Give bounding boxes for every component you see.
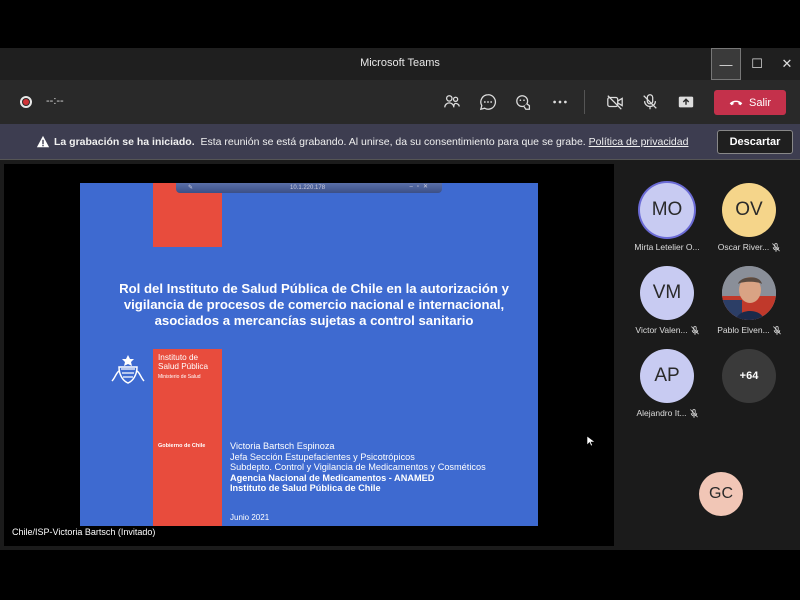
avatar: OV: [722, 183, 776, 237]
letterbox-top: [0, 0, 800, 48]
participants-button[interactable]: [440, 90, 464, 114]
recording-banner: La grabación se ha iniciado. Esta reunió…: [0, 124, 800, 160]
camera-off-icon: [607, 95, 623, 110]
more-actions-button[interactable]: [548, 90, 572, 114]
banner-title: La grabación se ha iniciado.: [54, 136, 195, 148]
participant-tile[interactable]: OV Oscar River...: [709, 183, 789, 252]
overflow-count: +64: [722, 349, 776, 403]
mic-muted-icon: [772, 325, 781, 335]
share-icon: [678, 96, 694, 108]
toolbar-divider: [584, 90, 585, 114]
mic-muted-icon: [690, 325, 699, 335]
share-screen-button[interactable]: [674, 90, 698, 114]
participant-tile[interactable]: GC: [681, 472, 761, 516]
title-bar: Microsoft Teams — ☐ ✕: [0, 48, 800, 80]
mic-off-icon: [643, 94, 657, 110]
more-icon: [553, 100, 567, 104]
meeting-toolbar: --:-- Salir: [0, 80, 800, 124]
presenter-name-label: Chile/ISP-Victoria Bartsch (Invitado): [10, 526, 158, 538]
slide-date: Junio 2021: [230, 513, 270, 522]
author-department: Subdepto. Control y Vigilancia de Medica…: [230, 462, 486, 472]
participant-tile[interactable]: MO Mirta Letelier O...: [627, 183, 707, 252]
maximize-button[interactable]: ☐: [742, 48, 772, 80]
chat-icon: [479, 94, 497, 111]
meeting-timer: --:--: [46, 95, 64, 107]
agency-name: Agencia Nacional de Medicamentos - ANAME…: [230, 472, 435, 483]
avatar: MO: [640, 183, 694, 237]
pin-icon[interactable]: ✎: [188, 184, 193, 191]
participant-tile[interactable]: AP Alejandro It...: [627, 349, 707, 418]
leave-label: Salir: [748, 96, 771, 109]
shared-slide: ✎ 10.1.220.178 –▫✕ Rol del Instituto de …: [80, 183, 538, 526]
hang-up-icon: [729, 100, 743, 106]
avatar-photo: [722, 266, 776, 320]
mic-muted-icon: [689, 408, 698, 418]
mic-muted-icon: [772, 242, 781, 252]
window-title: Microsoft Teams: [360, 57, 440, 69]
recording-icon: [20, 96, 32, 108]
person-photo-icon: [722, 266, 776, 320]
mouse-cursor-icon: [587, 436, 595, 446]
chat-button[interactable]: [476, 90, 500, 114]
participant-tile[interactable]: Pablo Elven...: [709, 266, 789, 335]
minimize-button[interactable]: —: [711, 48, 741, 80]
author-name: Victoria Bartsch Espinoza: [230, 441, 335, 451]
mic-toggle-button[interactable]: [638, 90, 662, 114]
banner-text: Esta reunión se está grabando. Al unirse…: [200, 136, 586, 148]
participant-name: Victor Valen...: [627, 325, 707, 335]
more-participants-button[interactable]: +64: [709, 349, 789, 403]
presenter-toolbar[interactable]: ✎ 10.1.220.178 –▫✕: [176, 183, 442, 193]
institute-full-name: Instituto de Salud Pública de Chile: [230, 483, 381, 493]
avatar: GC: [699, 472, 743, 516]
government-label: Gobierno de Chile: [158, 443, 206, 449]
letterbox-bottom: [0, 550, 800, 600]
avatar: VM: [640, 266, 694, 320]
avatar: AP: [640, 349, 694, 403]
ministry-label: Ministerio de Salud: [158, 374, 201, 380]
banner-message: La grabación se ha iniciado. Esta reunió…: [54, 136, 688, 148]
leave-button[interactable]: Salir: [714, 90, 786, 115]
participant-name: Mirta Letelier O...: [634, 242, 700, 252]
participant-name: Oscar River...: [709, 242, 789, 252]
discard-button[interactable]: Descartar: [717, 130, 793, 154]
participant-tile[interactable]: VM Victor Valen...: [627, 266, 707, 335]
camera-toggle-button[interactable]: [603, 90, 627, 114]
chile-crest-icon: [111, 355, 145, 384]
participant-name: Alejandro It...: [627, 408, 707, 418]
close-button[interactable]: ✕: [772, 48, 800, 80]
slide-author-block: Victoria Bartsch Espinoza Jefa Sección E…: [230, 441, 486, 494]
privacy-policy-link[interactable]: Política de privacidad: [589, 136, 689, 148]
slide-title: Rol del Instituto de Salud Pública de Ch…: [119, 281, 509, 328]
institute-name: Instituto de Salud Pública: [158, 353, 209, 371]
reactions-button[interactable]: [512, 90, 536, 114]
presenter-ip: 10.1.220.178: [290, 185, 326, 191]
raise-hand-icon: [516, 95, 531, 110]
author-role: Jefa Sección Estupefacientes y Psicotróp…: [230, 451, 415, 462]
people-icon: [444, 95, 460, 108]
participant-name: Pablo Elven...: [709, 325, 789, 335]
presenter-window-controls[interactable]: –▫✕: [410, 183, 433, 190]
warning-icon: [36, 135, 50, 148]
